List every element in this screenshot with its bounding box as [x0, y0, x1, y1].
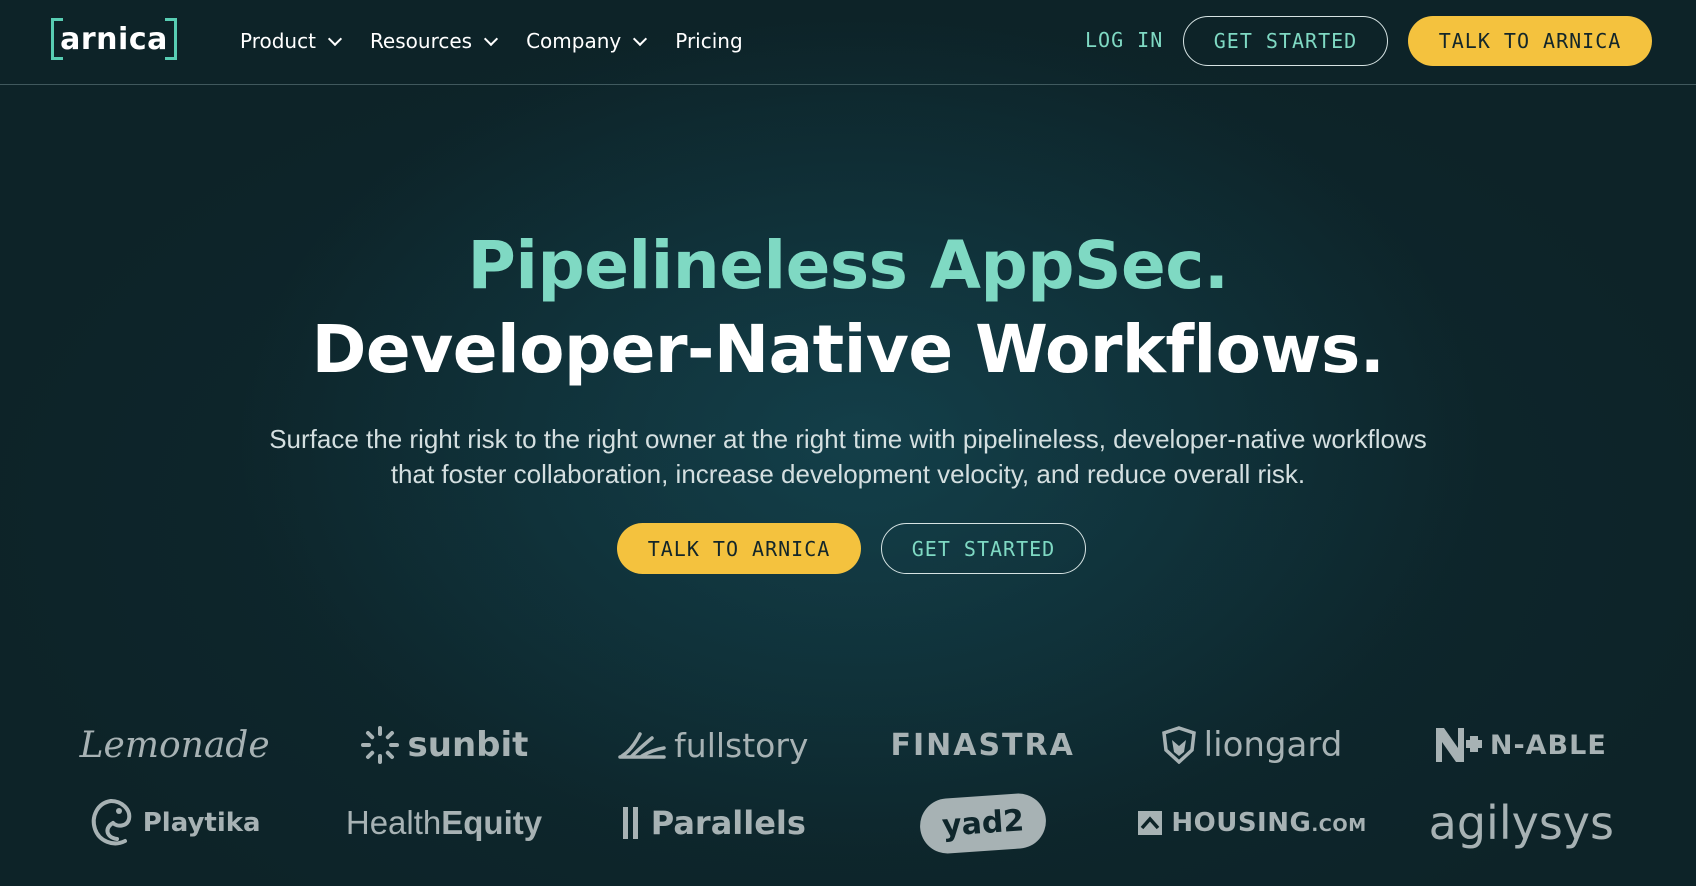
hero-title-line1: Pipelineless AppSec.	[467, 227, 1230, 304]
n-able-icon	[1435, 728, 1482, 762]
parallels-logo-text: Parallels	[650, 804, 806, 842]
agilysys-logo: agilysys	[1387, 784, 1656, 862]
top-navigation: arnica Product Resources Company Pricing…	[0, 0, 1696, 85]
n-able-logo-text: N-ABLE	[1489, 729, 1607, 761]
finastra-logo-text: FINASTRA	[890, 727, 1075, 763]
lemonade-logo-text: Lemonade	[79, 724, 270, 766]
chevron-down-icon	[633, 31, 648, 46]
agilysys-logo-text: agilysys	[1428, 796, 1614, 850]
playtika-logo: Playtika	[40, 784, 309, 862]
parallels-logo: Parallels	[579, 784, 848, 862]
menu-item-resources[interactable]: Resources	[369, 27, 499, 55]
nav-get-started-button[interactable]: GET STARTED	[1183, 16, 1388, 66]
menu-item-product[interactable]: Product	[240, 27, 343, 55]
healthequity-logo: HealthEquity	[309, 784, 578, 862]
hero-title-line2: Developer-Native Workflows.	[311, 311, 1385, 388]
login-link[interactable]: LOG IN	[1085, 28, 1163, 52]
logo-text: arnica	[60, 21, 168, 57]
customer-logos: Lemonade sunbit fullstory FINASTRA liong…	[40, 706, 1656, 862]
fullstory-logo: fullstory	[579, 706, 848, 784]
nav-talk-to-arnica-button[interactable]: TALK TO ARNICA	[1408, 16, 1652, 66]
sunbit-logo: sunbit	[309, 706, 578, 784]
hero-talk-to-arnica-button[interactable]: TALK TO ARNICA	[617, 523, 861, 574]
lemonade-logo: Lemonade	[40, 706, 309, 784]
sunbit-icon	[360, 725, 400, 765]
liongard-logo-text: liongard	[1203, 725, 1343, 765]
housing-logo: HOUSING.COM	[1117, 784, 1386, 862]
chevron-down-icon	[484, 31, 499, 46]
chevron-down-icon	[327, 31, 343, 46]
arnica-logo[interactable]: arnica	[51, 18, 177, 64]
menu-item-label: Company	[526, 29, 622, 53]
healthequity-logo-text: HealthEquity	[346, 804, 542, 842]
fullstory-icon	[618, 730, 666, 760]
logo-left-bracket	[51, 18, 63, 60]
parallels-icon	[621, 805, 643, 841]
housing-logo-suffix: .COM	[1311, 815, 1367, 836]
healthequity-logo-equity: Equity	[441, 804, 543, 841]
logo-right-bracket	[165, 18, 177, 60]
healthequity-logo-health: Health	[345, 804, 442, 841]
playtika-icon	[89, 797, 135, 849]
n-able-logo: N-ABLE	[1387, 706, 1656, 784]
sunbit-logo-text: sunbit	[407, 725, 529, 765]
liongard-logo: liongard	[1117, 706, 1386, 784]
menu-item-label: Pricing	[675, 29, 743, 53]
menu-item-pricing[interactable]: Pricing	[675, 27, 742, 55]
menu-item-label: Product	[240, 29, 316, 53]
yad2-logo: yad2	[917, 791, 1048, 855]
menu-item-company[interactable]: Company	[526, 27, 648, 55]
housing-logo-name: HOUSING	[1171, 808, 1312, 838]
hero-subtitle: Surface the right risk to the right owne…	[269, 424, 1427, 489]
menu-item-label: Resources	[369, 29, 473, 53]
yad2-logo-cell: yad2	[848, 784, 1117, 862]
main-menu: Product Resources Company Pricing	[240, 27, 773, 55]
housing-icon	[1137, 810, 1163, 836]
liongard-icon	[1161, 726, 1196, 764]
playtika-logo-text: Playtika	[142, 808, 261, 838]
hero-get-started-button[interactable]: GET STARTED	[881, 523, 1086, 574]
housing-logo-text: HOUSING.COM	[1171, 808, 1366, 838]
finastra-logo: FINASTRA	[848, 706, 1117, 784]
fullstory-logo-text: fullstory	[674, 725, 809, 765]
